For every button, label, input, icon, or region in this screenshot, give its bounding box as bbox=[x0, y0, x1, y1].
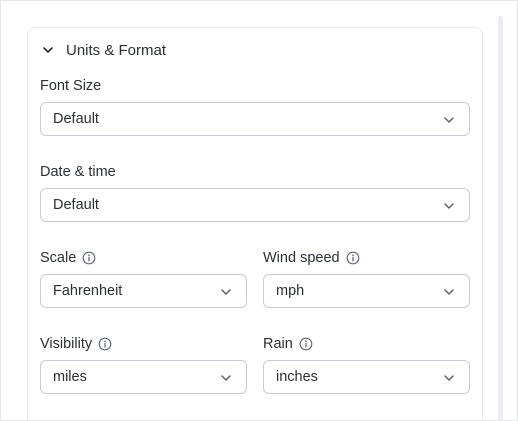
font-size-select[interactable]: Default bbox=[40, 102, 470, 136]
rain-label: Rain bbox=[263, 335, 313, 353]
scale-select[interactable]: Fahrenheit bbox=[40, 274, 247, 308]
font-size-value: Default bbox=[53, 111, 99, 127]
visibility-value: miles bbox=[53, 369, 87, 385]
scale-value: Fahrenheit bbox=[53, 283, 123, 299]
chevron-down-icon bbox=[220, 286, 232, 298]
info-icon[interactable] bbox=[346, 251, 360, 265]
visibility-select[interactable]: miles bbox=[40, 360, 247, 394]
wind-speed-label-text: Wind speed bbox=[263, 250, 340, 266]
info-icon[interactable] bbox=[299, 337, 313, 351]
date-time-value: Default bbox=[53, 197, 99, 213]
chevron-down-icon bbox=[443, 200, 455, 212]
info-icon[interactable] bbox=[82, 251, 96, 265]
chevron-down-icon bbox=[443, 372, 455, 384]
date-time-label-text: Date & time bbox=[40, 164, 116, 180]
rain-label-text: Rain bbox=[263, 336, 293, 352]
settings-window: Units & Format Font Size Default Date & … bbox=[0, 0, 518, 421]
wind-speed-value: mph bbox=[276, 283, 305, 299]
info-icon[interactable] bbox=[98, 337, 112, 351]
date-time-select[interactable]: Default bbox=[40, 188, 470, 222]
scale-label-text: Scale bbox=[40, 250, 77, 266]
font-size-label-text: Font Size bbox=[40, 78, 102, 94]
scale-label: Scale bbox=[40, 249, 96, 267]
visibility-label: Visibility bbox=[40, 335, 112, 353]
date-time-label: Date & time bbox=[40, 163, 116, 181]
chevron-down-icon bbox=[220, 372, 232, 384]
font-size-label: Font Size bbox=[40, 77, 101, 95]
chevron-down-icon bbox=[443, 114, 455, 126]
chevron-down-icon bbox=[42, 44, 54, 56]
wind-speed-label: Wind speed bbox=[263, 249, 360, 267]
wind-speed-select[interactable]: mph bbox=[263, 274, 470, 308]
section-title: Units & Format bbox=[66, 41, 167, 59]
section-toggle[interactable]: Units & Format bbox=[42, 40, 166, 60]
scrollbar[interactable] bbox=[498, 16, 503, 420]
chevron-down-icon bbox=[443, 286, 455, 298]
rain-value: inches bbox=[276, 369, 318, 385]
visibility-label-text: Visibility bbox=[40, 336, 93, 352]
units-format-panel: Units & Format Font Size Default Date & … bbox=[27, 27, 483, 420]
rain-select[interactable]: inches bbox=[263, 360, 470, 394]
